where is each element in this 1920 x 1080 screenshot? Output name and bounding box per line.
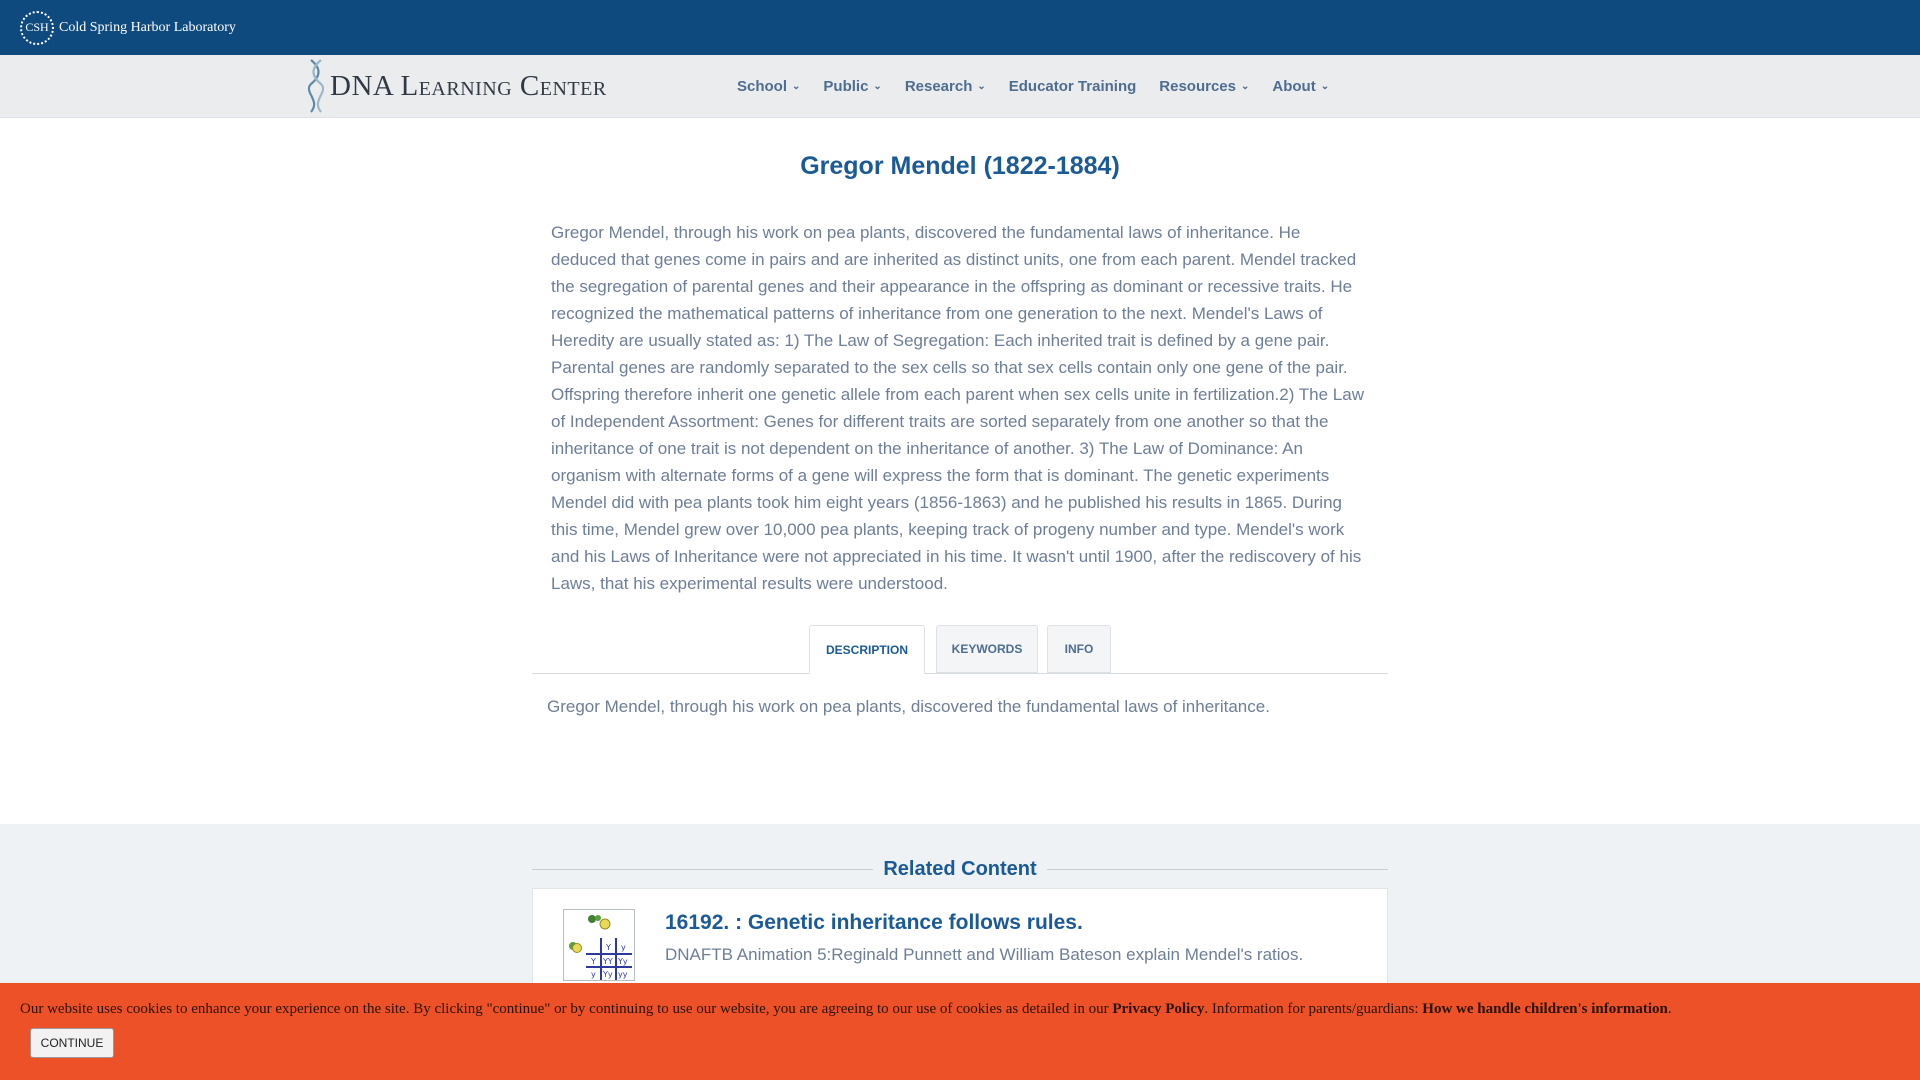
cookie-text-after: . — [1667, 1001, 1672, 1017]
related-item-description: DNAFTB Animation 5:Reginald Punnett and … — [665, 945, 1304, 964]
punnett-label: y — [591, 970, 596, 979]
nav-item-school[interactable]: School ⌄ — [737, 78, 800, 95]
chevron-down-icon: ⌄ — [1320, 80, 1330, 92]
dnalc-logo-text: DNA Learning Center — [330, 69, 607, 102]
cookie-text-before: Our website uses cookies to enhance your… — [20, 1001, 1113, 1017]
cookie-text-middle: . Information for parents/guardians: — [1204, 1001, 1423, 1017]
nav-item-resources[interactable]: Resources ⌄ — [1159, 78, 1249, 95]
punnett-square-icon: Y y Y YY Yy y Yy yy — [569, 915, 632, 980]
children-info-link[interactable]: How we handle children's information — [1422, 1001, 1668, 1017]
nav-item-label: Resources — [1159, 77, 1236, 95]
nav-item-public[interactable]: Public ⌄ — [823, 78, 881, 95]
related-heading-label: Related Content — [883, 857, 1037, 880]
chevron-down-icon: ⌄ — [792, 80, 801, 92]
csh-org-name: Cold Spring Harbor Laboratory — [59, 19, 236, 35]
tab-info[interactable]: INFO — [1047, 625, 1111, 673]
page-title: Gregor Mendel (1822-1884) — [800, 152, 1120, 180]
dna-helix-icon — [308, 59, 324, 113]
cookie-banner: Our website uses cookies to enhance your… — [0, 983, 1920, 1080]
main-navbar: DNA Learning Center School ⌄ Public ⌄ Re… — [0, 55, 1920, 118]
nav-item-label: Educator Training — [1008, 77, 1137, 95]
nav-item-educator-training[interactable]: Educator Training — [1009, 78, 1137, 95]
punnett-label: YY — [602, 957, 613, 966]
tab-bar: DESCRIPTION KEYWORDS INFO — [532, 625, 1388, 674]
top-bar: CSH Cold Spring Harbor Laboratory — [0, 0, 1920, 55]
tab-keywords[interactable]: KEYWORDS — [936, 625, 1038, 673]
cookie-continue-button[interactable]: CONTINUE — [30, 1028, 114, 1058]
related-heading: Related Content — [532, 856, 1388, 882]
punnett-label: yy — [618, 970, 628, 979]
related-item-title[interactable]: 16192. : Genetic inheritance follows rul… — [665, 911, 1083, 935]
nav-item-label: School — [737, 77, 788, 95]
csh-seal-icon: CSH — [20, 10, 54, 45]
nav-item-label: Research — [904, 77, 973, 95]
tab-description-content: Gregor Mendel, through his work on pea p… — [547, 697, 1270, 716]
punnett-label: Yy — [617, 957, 628, 966]
nav-item-about[interactable]: About ⌄ — [1272, 78, 1329, 95]
chevron-down-icon: ⌄ — [873, 80, 882, 92]
nav-item-label: About — [1272, 77, 1316, 95]
tab-description[interactable]: DESCRIPTION — [809, 625, 925, 674]
punnett-label: Y — [590, 957, 596, 966]
nav-item-label: Public — [823, 77, 869, 95]
intro-paragraph: Gregor Mendel, through his work on pea p… — [551, 223, 1364, 593]
punnett-label: Y — [605, 943, 611, 952]
cookie-message: Our website uses cookies to enhance your… — [20, 1001, 1900, 1018]
punnett-label: Yy — [602, 970, 613, 979]
punnett-label: y — [621, 943, 626, 952]
privacy-policy-link[interactable]: Privacy Policy — [1112, 1001, 1204, 1017]
divider — [532, 868, 874, 870]
chevron-down-icon: ⌄ — [977, 80, 986, 92]
nav-item-research[interactable]: Research ⌄ — [905, 78, 986, 95]
nav-menu: School ⌄ Public ⌄ Research ⌄ Educator Tr… — [737, 55, 1352, 117]
chevron-down-icon: ⌄ — [1240, 80, 1250, 92]
csh-logo[interactable]: CSH Cold Spring Harbor Laboratory — [20, 10, 236, 45]
punnett-square-thumbnail[interactable]: Y y Y YY Yy y Yy yy — [563, 909, 635, 981]
dnalc-logo[interactable]: DNA Learning Center — [308, 58, 607, 114]
divider — [1046, 868, 1388, 870]
